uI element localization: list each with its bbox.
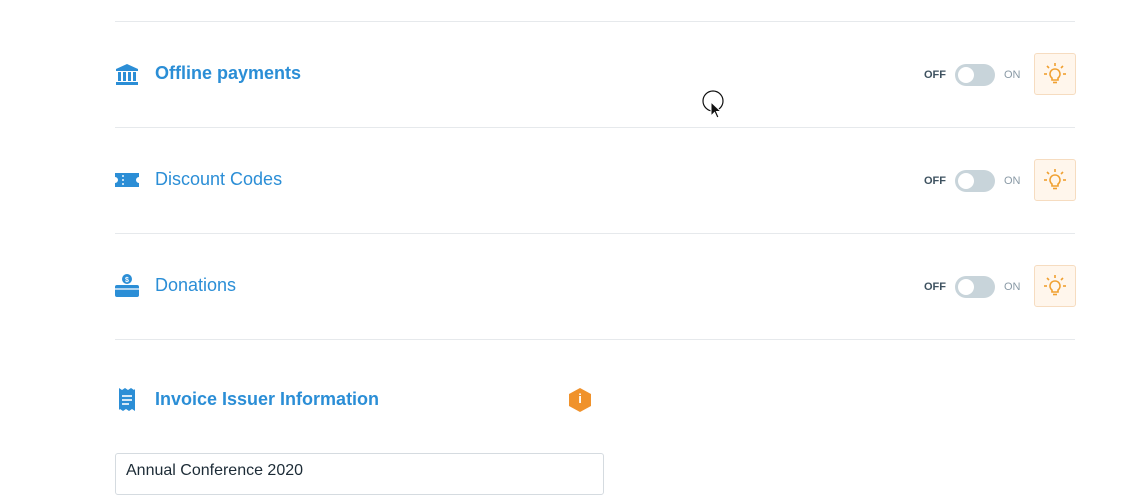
svg-text:$: $ <box>125 277 129 284</box>
invoice-issuer-title: Invoice Issuer Information <box>155 389 380 409</box>
discount-codes-toggle-group: OFF ON <box>924 170 1029 192</box>
offline-payments-row: Offline payments OFF ON <box>115 53 1076 97</box>
discount-codes-row: Discount Codes OFF ON <box>115 159 1076 203</box>
divider <box>115 339 1075 340</box>
donations-toggle-group: OFF ON <box>924 276 1029 298</box>
offline-payments-toggle-group: OFF ON <box>924 64 1029 86</box>
offline-payments-toggle[interactable] <box>955 64 995 86</box>
discount-codes-tip-button[interactable] <box>1034 159 1076 201</box>
divider <box>115 127 1075 128</box>
donations-row: $ Donations OFF ON <box>115 265 1076 309</box>
bank-icon <box>115 62 139 86</box>
lightbulb-icon <box>1044 63 1066 84</box>
toggle-off-label: OFF <box>924 69 946 81</box>
toggle-knob <box>958 67 974 83</box>
donations-toggle[interactable] <box>955 276 995 298</box>
ticket-icon <box>115 168 139 192</box>
lightbulb-icon <box>1044 275 1066 296</box>
info-badge[interactable]: i <box>567 387 593 413</box>
lightbulb-icon <box>1044 169 1066 190</box>
divider <box>115 233 1075 234</box>
toggle-on-label: ON <box>1004 175 1021 187</box>
issuer-name-field[interactable]: Annual Conference 2020 <box>115 453 604 495</box>
offline-payments-tip-button[interactable] <box>1034 53 1076 95</box>
offline-payments-title: Offline payments <box>155 63 302 83</box>
toggle-off-label: OFF <box>924 175 946 187</box>
divider <box>115 21 1075 22</box>
invoice-issuer-header: Invoice Issuer Information <box>115 378 1076 422</box>
donation-box-icon: $ <box>115 274 139 298</box>
donations-tip-button[interactable] <box>1034 265 1076 307</box>
issuer-name-value: Annual Conference 2020 <box>126 462 304 479</box>
receipt-icon <box>118 387 142 411</box>
toggle-on-label: ON <box>1004 281 1021 293</box>
toggle-knob <box>958 279 974 295</box>
discount-codes-title: Discount Codes <box>155 169 283 189</box>
toggle-on-label: ON <box>1004 69 1021 81</box>
discount-codes-toggle[interactable] <box>955 170 995 192</box>
info-badge-label: i <box>578 391 582 406</box>
donations-title: Donations <box>155 275 237 295</box>
toggle-off-label: OFF <box>924 281 946 293</box>
toggle-knob <box>958 173 974 189</box>
mouse-cursor-icon <box>702 90 728 120</box>
